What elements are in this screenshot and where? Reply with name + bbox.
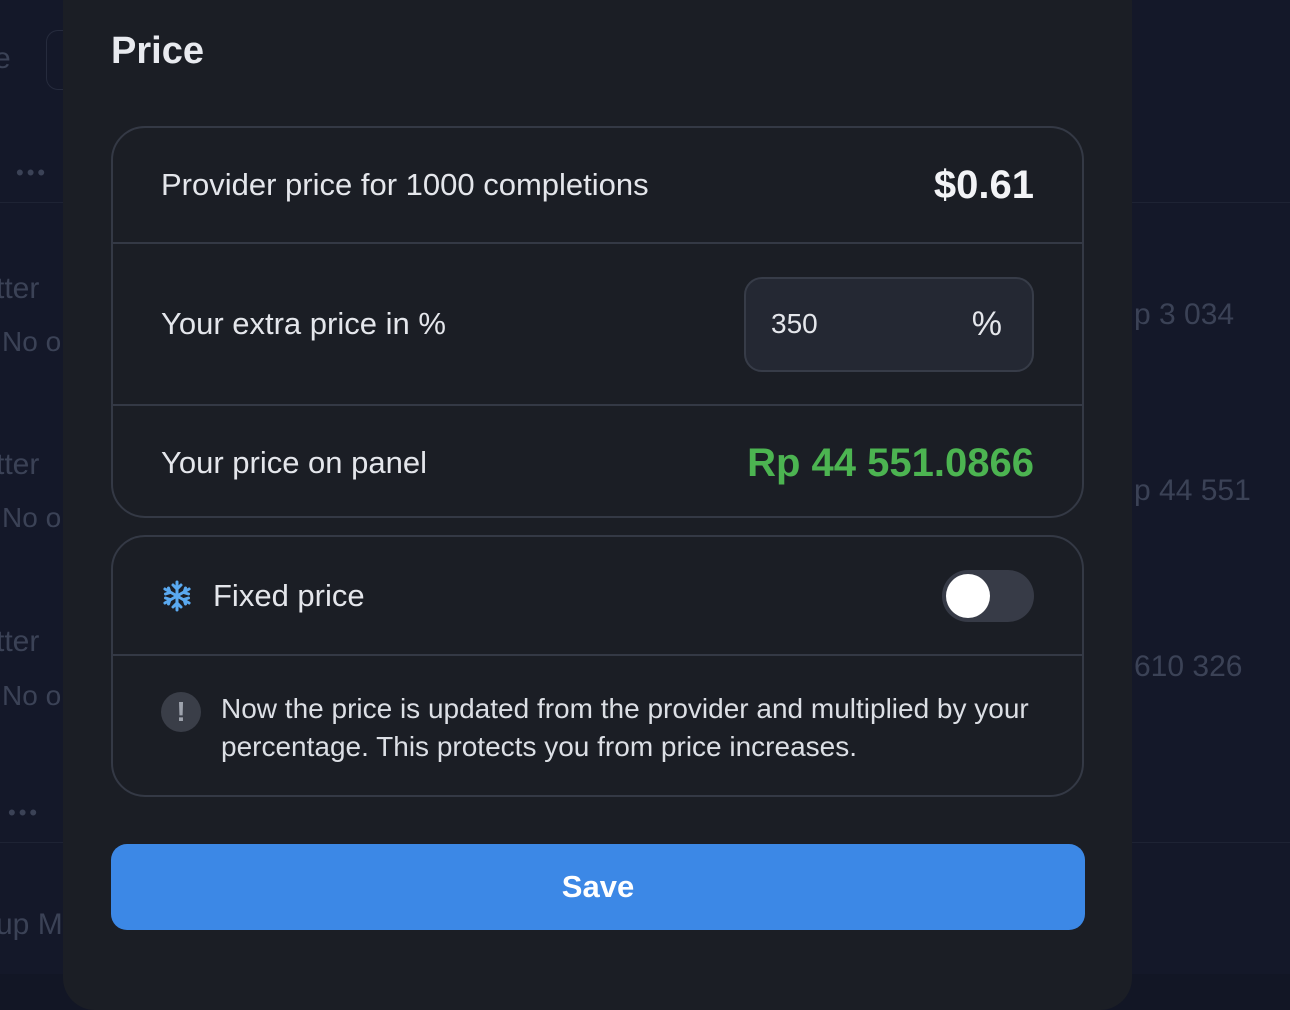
fixed-price-heading: Fixed price [161,578,365,614]
panel-price-label: Your price on panel [161,445,427,481]
background-text: No o [2,502,61,534]
extra-price-field[interactable]: % [744,277,1034,372]
background-text: 610 326 [1134,650,1242,684]
background-text: tter [0,625,39,659]
extra-price-input[interactable] [771,308,921,340]
snowflake-icon [161,580,193,612]
fixed-price-label: Fixed price [213,578,365,614]
percent-unit: % [972,305,1002,344]
provider-price-label: Provider price for 1000 completions [161,167,649,203]
panel-price-value: Rp 44 551.0866 [747,441,1034,486]
background-more-icon: ••• [16,160,48,186]
fixed-price-toggle[interactable] [942,570,1034,622]
background-text: up M [0,908,63,942]
extra-price-label: Your extra price in % [161,306,446,342]
toggle-knob [946,574,990,618]
background-text: tter [0,272,39,306]
info-row: ! Now the price is updated from the prov… [113,654,1082,797]
background-text: No o [2,326,61,358]
fixed-price-card: Fixed price ! Now the price is updated f… [111,535,1084,797]
exclamation-icon: ! [161,692,201,732]
info-message: ! Now the price is updated from the prov… [161,690,1051,766]
background-text: e [0,42,11,76]
save-button[interactable]: Save [111,844,1085,930]
price-card: Provider price for 1000 completions $0.6… [111,126,1084,518]
provider-price-row: Provider price for 1000 completions $0.6… [113,128,1082,242]
price-modal: Price Provider price for 1000 completion… [63,0,1132,1010]
fixed-price-row: Fixed price [113,537,1082,654]
extra-price-row: Your extra price in % % [113,242,1082,404]
provider-price-value: $0.61 [934,163,1034,208]
panel-price-row: Your price on panel Rp 44 551.0866 [113,404,1082,518]
modal-title: Price [111,30,204,73]
background-text: tter [0,448,39,482]
background-text: p 44 551 [1134,474,1251,508]
background-text: No o [2,680,61,712]
background-more-icon: ••• [8,800,40,826]
background-text: p 3 034 [1134,298,1234,332]
info-text: Now the price is updated from the provid… [221,690,1051,766]
